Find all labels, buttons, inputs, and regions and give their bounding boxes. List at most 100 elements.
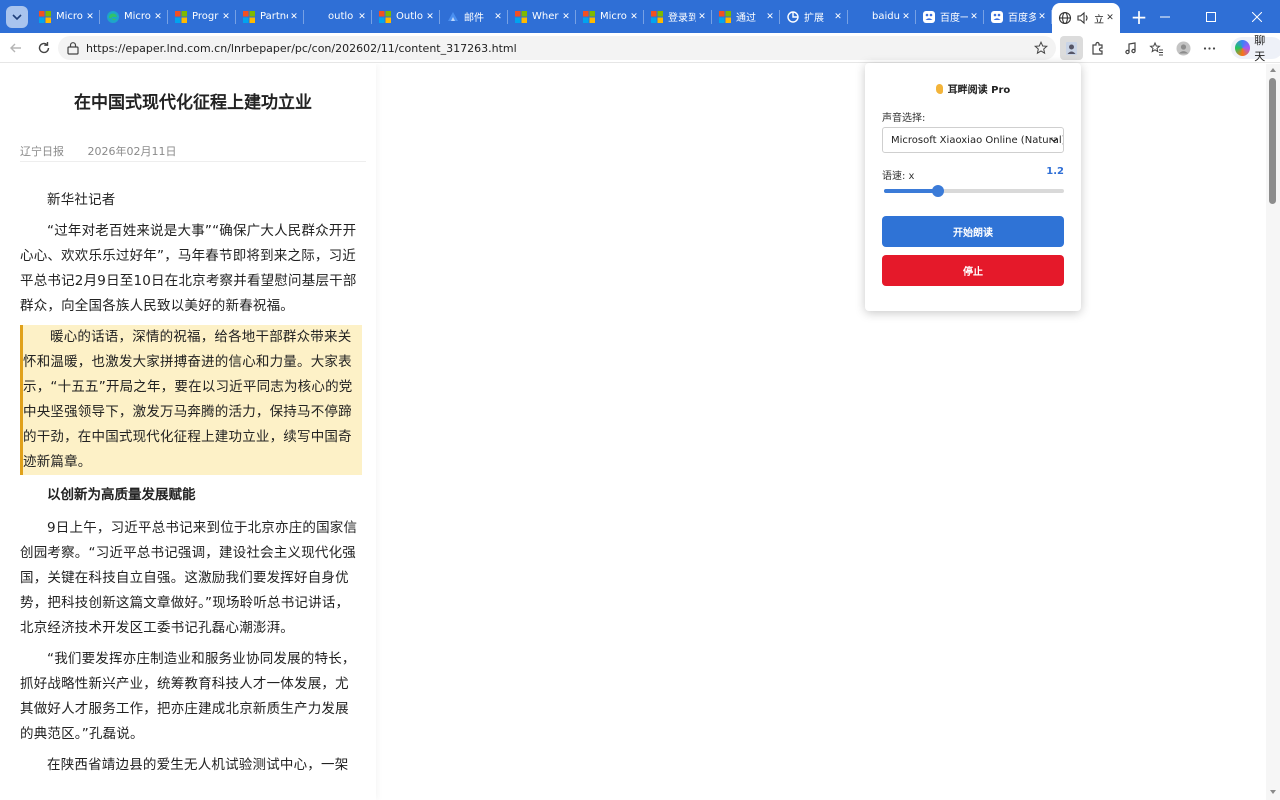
chat-label: 聊天 xyxy=(1254,34,1266,63)
browser-tab[interactable]: Progr ✕ xyxy=(168,4,236,30)
article-paragraph: 新华社记者 xyxy=(47,192,116,208)
page-background xyxy=(376,64,1266,800)
ms-logo-icon xyxy=(582,10,596,24)
browser-tab[interactable]: Partne✕ xyxy=(236,4,304,30)
chevron-down-icon xyxy=(12,13,22,20)
favorite-star-icon[interactable] xyxy=(1034,41,1048,55)
address-bar[interactable]: https://epaper.lnd.com.cn/lnrbepaper/pc/… xyxy=(58,36,1056,60)
tab-title: Partne xyxy=(260,11,288,22)
browser-tab[interactable]: Micro ✕ xyxy=(576,4,644,30)
maximize-button[interactable] xyxy=(1188,0,1234,33)
browser-tab[interactable]: 百度一 ✕ xyxy=(916,4,984,30)
rate-label: 语速: x xyxy=(882,171,915,182)
minimize-icon xyxy=(1160,16,1170,17)
reader-avatar-icon xyxy=(1065,41,1077,55)
ms-logo-icon xyxy=(514,10,528,24)
tab-title: Micro xyxy=(124,11,151,22)
browser-tab[interactable]: 通过 ✕ xyxy=(712,4,780,30)
start-reading-button[interactable]: 开始朗读 xyxy=(882,216,1064,247)
close-tab-icon[interactable]: ✕ xyxy=(288,11,300,23)
scroll-up-arrow-icon[interactable] xyxy=(1270,68,1276,72)
ms-logo-icon xyxy=(650,10,664,24)
minimize-button[interactable] xyxy=(1142,0,1188,33)
tab-active[interactable]: 立 ✕ xyxy=(1052,3,1120,33)
browser-tab[interactable]: baidu ✕ xyxy=(848,4,916,30)
browser-tab[interactable]: 百度多 ✕ xyxy=(984,4,1052,30)
rate-value: 1.2 xyxy=(1046,166,1064,177)
close-tab-icon[interactable]: ✕ xyxy=(84,11,96,23)
tab-title: Micro xyxy=(56,11,83,22)
close-tab-icon[interactable]: ✕ xyxy=(900,11,912,23)
article-paragraph: 在陕西省靖边县的爱生无人机试验测试中心，一架 xyxy=(47,757,349,773)
extension-icon xyxy=(786,10,800,24)
close-tab-icon[interactable]: ✕ xyxy=(560,11,572,23)
globe-icon xyxy=(1058,11,1072,25)
close-tab-icon[interactable]: ✕ xyxy=(152,11,164,23)
refresh-button[interactable] xyxy=(30,34,58,62)
article-paragraph: “我们要发挥亦庄制造业和服务业协同发展的特长，抓好战略性新兴产业，统筹教育科技人… xyxy=(20,651,356,742)
blank-icon xyxy=(310,10,324,24)
article-subheading: 以创新为高质量发展赋能 xyxy=(47,487,196,503)
browser-tab[interactable]: 扩展 ✕ xyxy=(780,4,848,30)
close-tab-icon[interactable]: ✕ xyxy=(628,11,640,23)
url-text: https://epaper.lnd.com.cn/lnrbepaper/pc/… xyxy=(86,41,517,55)
page-scrollbar[interactable] xyxy=(1266,64,1280,800)
tab-actions-menu-button[interactable] xyxy=(6,5,28,28)
browser-tab[interactable]: 登录到 ✕ xyxy=(644,4,712,30)
favorites-list-icon xyxy=(1149,41,1164,55)
popup-title: 耳畔阅读 Pro xyxy=(947,85,1011,96)
browser-toolbar: https://epaper.lnd.com.cn/lnrbepaper/pc/… xyxy=(0,33,1280,63)
stop-button[interactable]: 停止 xyxy=(882,255,1064,286)
extensions-button[interactable] xyxy=(1085,34,1112,62)
slider-handle[interactable] xyxy=(932,185,944,197)
tab-list: Micro✕Micro✕Progr✕Partne✕outlo✕Outlo✕邮件✕… xyxy=(32,0,1120,33)
slider-fill xyxy=(884,189,938,193)
close-tab-icon[interactable]: ✕ xyxy=(1104,12,1116,24)
speaker-audio-icon[interactable] xyxy=(1076,11,1090,25)
tab-title: Wher xyxy=(532,11,559,22)
settings-more-button[interactable] xyxy=(1197,34,1224,62)
close-tab-icon[interactable]: ✕ xyxy=(492,11,504,23)
copilot-chat-button[interactable]: 聊天 xyxy=(1231,34,1280,63)
tab-title: 百度一 xyxy=(940,13,968,24)
article-paragraph-highlighted: 暖心的话语，深情的祝福，给各地干部群众带来关怀和温暖，也激发大家拼搏奋进的信心和… xyxy=(20,325,362,475)
music-note-icon xyxy=(1125,41,1136,54)
baidu-icon xyxy=(922,10,936,24)
browser-tab[interactable]: Micro ✕ xyxy=(100,4,168,30)
toolbar-actions: 聊天 xyxy=(1058,33,1280,63)
back-button[interactable] xyxy=(2,34,30,62)
tab-strip: Micro✕Micro✕Progr✕Partne✕outlo✕Outlo✕邮件✕… xyxy=(0,0,1280,33)
browser-tab[interactable]: Micro ✕ xyxy=(32,4,100,30)
article-panel: 在中国式现代化征程上建功立业 辽宁日报 2026年02月11日 新华社记者 “过… xyxy=(0,64,376,800)
favorites-button[interactable] xyxy=(1144,34,1171,62)
reader-extension-button[interactable] xyxy=(1060,36,1083,60)
close-tab-icon[interactable]: ✕ xyxy=(832,11,844,23)
voice-select[interactable]: Microsoft Xiaoxiao Online (Natural) xyxy=(882,127,1064,153)
article-paragraph: 9日上午，习近平总书记来到位于北京亦庄的国家信创园考察。“习近平总书记强调，建设… xyxy=(20,520,358,636)
article-date: 2026年02月11日 xyxy=(87,145,177,158)
browser-tab[interactable]: Wher ✕ xyxy=(508,4,576,30)
browser-tab[interactable]: outlo ✕ xyxy=(304,4,372,30)
close-tab-icon[interactable]: ✕ xyxy=(356,11,368,23)
close-window-button[interactable] xyxy=(1234,0,1280,33)
rate-slider[interactable] xyxy=(884,185,1064,197)
close-tab-icon[interactable]: ✕ xyxy=(1036,11,1048,23)
tab-title: Progr xyxy=(192,11,219,22)
edge-icon xyxy=(106,10,120,24)
scrollbar-thumb[interactable] xyxy=(1269,78,1276,204)
scroll-down-arrow-icon[interactable] xyxy=(1270,790,1276,794)
tab-title: 邮件 xyxy=(464,13,484,24)
close-tab-icon[interactable]: ✕ xyxy=(424,11,436,23)
profile-button[interactable] xyxy=(1170,34,1197,62)
browser-tab[interactable]: 邮件 ✕ xyxy=(440,4,508,30)
refresh-icon xyxy=(38,41,50,53)
close-tab-icon[interactable]: ✕ xyxy=(696,11,708,23)
close-tab-icon[interactable]: ✕ xyxy=(220,11,232,23)
close-tab-icon[interactable]: ✕ xyxy=(968,11,980,23)
voice-label: 声音选择: xyxy=(882,113,926,124)
voice-select-value: Microsoft Xiaoxiao Online (Natural) xyxy=(891,134,1064,146)
browser-tab[interactable]: Outlo ✕ xyxy=(372,4,440,30)
site-info-icon[interactable] xyxy=(66,41,80,55)
close-tab-icon[interactable]: ✕ xyxy=(764,11,776,23)
media-control-button[interactable] xyxy=(1117,34,1144,62)
